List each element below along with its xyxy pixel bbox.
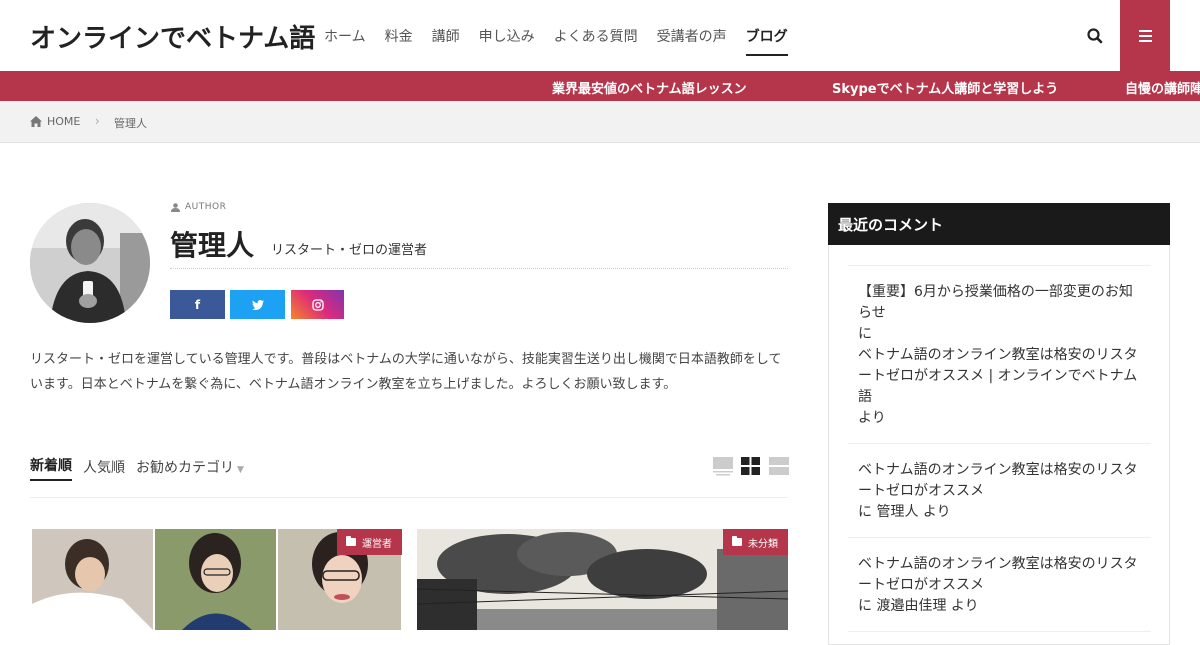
twitter-button[interactable] <box>230 290 285 319</box>
nav-item-blog[interactable]: ブログ <box>745 26 788 56</box>
global-nav: ホーム 料金 講師 申し込み よくある質問 受講者の声 ブログ <box>324 26 807 56</box>
facebook-button[interactable]: f <box>170 290 225 319</box>
sidebar-widget-title: 最近のコメント <box>828 203 1170 245</box>
instagram-button[interactable] <box>291 290 344 319</box>
tab-popular[interactable]: 人気順 <box>83 457 125 481</box>
nav-item-price[interactable]: 料金 <box>385 26 413 56</box>
nav-item-home[interactable]: ホーム <box>324 26 366 56</box>
grid-view-icon[interactable] <box>741 456 761 476</box>
recent-comments-list: 【重要】6月から授業価格の一部変更のお知 らせ に ベトナム語のオンライン教室は… <box>848 265 1151 632</box>
caret-down-icon: ▼ <box>237 465 244 475</box>
author-tag: AUTHOR <box>171 202 226 212</box>
tab-newest[interactable]: 新着順 <box>30 455 72 481</box>
ticker-item[interactable]: 業界最安値のベトナム語レッスン <box>552 78 747 97</box>
search-icon <box>1087 28 1103 44</box>
hamburger-menu-button[interactable] <box>1120 0 1170 71</box>
author-name: 管理人 <box>170 229 255 262</box>
user-icon <box>171 202 180 212</box>
instagram-icon <box>311 298 324 311</box>
nav-item-teachers[interactable]: 講師 <box>432 26 460 56</box>
nav-item-faq[interactable]: よくある質問 <box>554 26 638 56</box>
category-badge[interactable]: 未分類 <box>723 529 788 555</box>
author-avatar <box>30 203 150 323</box>
list-item[interactable]: ベトナム語のオンライン教室は格安のリスタ ートゼロがオススメ に 渡邉由佳理 よ… <box>848 538 1151 632</box>
breadcrumb-current: 管理人 <box>114 117 147 130</box>
list-item[interactable]: 【重要】6月から授業価格の一部変更のお知 らせ に ベトナム語のオンライン教室は… <box>848 266 1151 444</box>
divider <box>30 497 788 498</box>
chevron-right-icon: › <box>95 114 100 128</box>
list-item[interactable]: ベトナム語のオンライン教室は格安のリスタ ートゼロがオススメ に 管理人 より <box>848 444 1151 538</box>
breadcrumb-home-link[interactable]: HOME <box>47 115 80 128</box>
nav-item-apply[interactable]: 申し込み <box>479 26 535 56</box>
category-badge[interactable]: 運営者 <box>337 529 402 555</box>
home-icon <box>30 116 42 127</box>
twitter-icon <box>251 299 264 310</box>
list-view-icon[interactable] <box>769 456 789 476</box>
site-logo[interactable]: オンラインでベトナム語 <box>30 18 315 55</box>
facebook-icon: f <box>194 297 201 312</box>
tab-recommended-category[interactable]: お勧めカテゴリ ▼ <box>136 457 244 481</box>
ticker-item[interactable]: 自慢の講師陣 <box>1125 78 1200 97</box>
search-button[interactable] <box>1080 21 1110 51</box>
nav-item-voices[interactable]: 受講者の声 <box>657 26 727 56</box>
folder-icon <box>732 536 742 546</box>
breadcrumb: HOME › 管理人 <box>0 101 1200 143</box>
author-description: リスタート・ゼロを運営している管理人です。普段はベトナムの大学に通いながら、技能… <box>30 352 782 392</box>
site-header: オンラインでベトナム語 ホーム 料金 講師 申し込み よくある質問 受講者の声 … <box>0 0 1200 71</box>
post-sort-tabs: 新着順 人気順 お勧めカテゴリ ▼ <box>30 455 255 481</box>
author-role: リスタート・ゼロの運営者 <box>271 243 428 258</box>
hamburger-menu-icon <box>1139 30 1152 32</box>
news-ticker: 業界最安値のベトナム語レッスン Skypeでベトナム人講師と学習しよう 自慢の講… <box>0 71 1200 101</box>
ticker-item[interactable]: Skypeでベトナム人講師と学習しよう <box>832 78 1058 97</box>
large-view-icon[interactable] <box>713 456 733 476</box>
divider <box>170 268 788 269</box>
folder-icon <box>346 536 356 546</box>
